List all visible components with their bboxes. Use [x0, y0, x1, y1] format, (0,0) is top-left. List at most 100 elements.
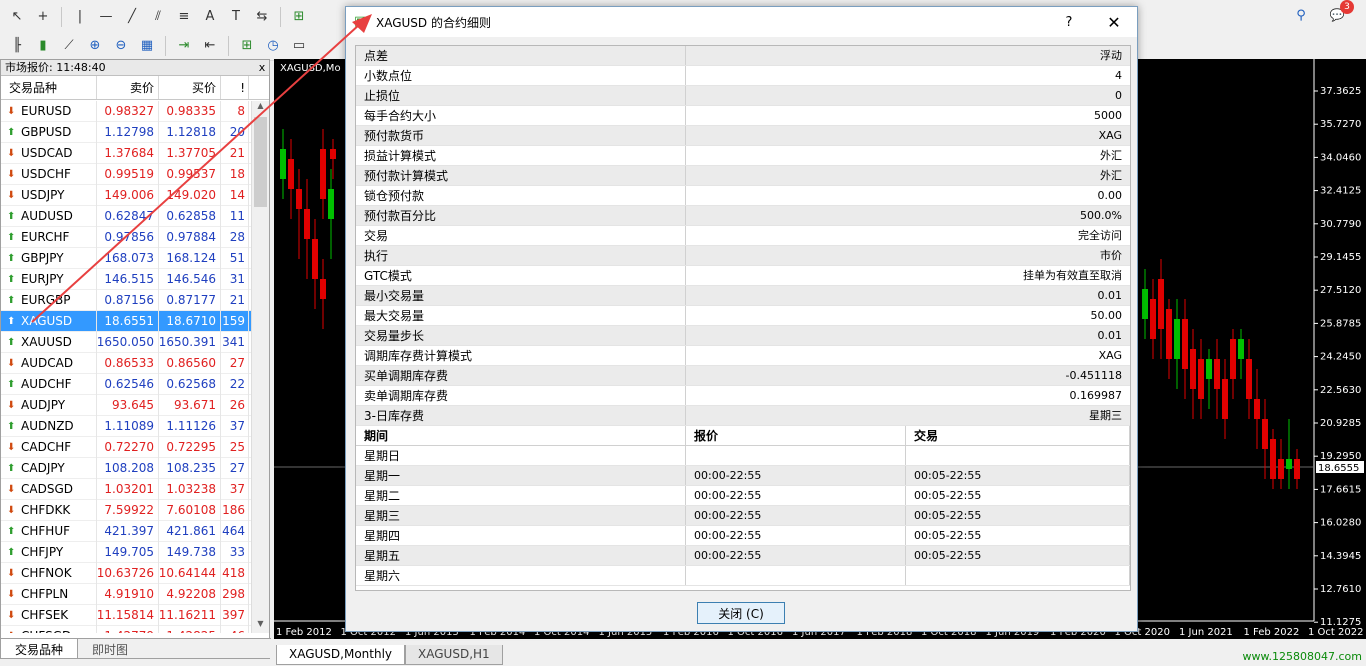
symbol-cell[interactable]: ⬇ CHFDKK — [1, 499, 97, 521]
market-watch-row[interactable]: ⬆ AUDUSD 0.62847 0.62858 11 — [1, 205, 251, 227]
close-icon[interactable]: ✕ — [1091, 13, 1137, 32]
fibonacci-icon[interactable]: ≡ — [173, 6, 195, 28]
periods-icon[interactable]: ◷ — [262, 35, 284, 57]
symbol-cell[interactable]: ⬆ EURCHF — [1, 226, 97, 248]
price-tick-label: 14.3945 — [1320, 551, 1361, 562]
close-icon[interactable]: x — [255, 60, 269, 75]
dialog-titlebar[interactable]: ▣ XAGUSD 的合约细则 ? ✕ — [346, 7, 1137, 37]
indicators-icon[interactable]: ⊞ — [236, 35, 258, 57]
market-watch-row[interactable]: ⬇ CHFDKK 7.59922 7.60108 186 — [1, 499, 251, 521]
tile-icon[interactable]: ▦ — [136, 35, 158, 57]
vertical-line-icon[interactable]: | — [69, 6, 91, 28]
market-watch-row[interactable]: ⬇ CADCHF 0.72270 0.72295 25 — [1, 436, 251, 458]
scrollbar-thumb[interactable] — [254, 117, 267, 207]
symbol-cell[interactable]: ⬆ CHFJPY — [1, 541, 97, 563]
search-icon[interactable]: ⚲ — [1290, 4, 1312, 26]
symbol-cell[interactable]: ⬇ CHFPLN — [1, 583, 97, 605]
autoscroll-icon[interactable]: ⇥ — [173, 35, 195, 57]
symbol-cell[interactable]: ⬆ XAUUSD — [1, 331, 97, 353]
market-watch-row[interactable]: ⬇ AUDJPY 93.645 93.671 26 — [1, 394, 251, 416]
market-watch-row[interactable]: ⬆ EURJPY 146.515 146.546 31 — [1, 268, 251, 290]
market-watch-row[interactable]: ⬆ CHFJPY 149.705 149.738 33 — [1, 541, 251, 563]
market-watch-row[interactable]: ⬇ CHFPLN 4.91910 4.92208 298 — [1, 583, 251, 605]
market-watch-row[interactable]: ⬆ AUDCHF 0.62546 0.62568 22 — [1, 373, 251, 395]
market-watch-row[interactable]: ⬇ CHFSGD 1.427791.4282546 — [1, 625, 251, 633]
text-icon[interactable]: A — [199, 6, 221, 28]
market-watch-scrollbar[interactable]: ▲ ▼ — [251, 101, 269, 633]
symbol-cell[interactable]: ⬇ CADCHF — [1, 436, 97, 458]
symbol-cell[interactable]: ⬆ EURGBP — [1, 289, 97, 311]
symbol-cell[interactable]: ⬇ CHFSGD — [1, 625, 97, 633]
market-watch-row[interactable]: ⬆ CHFHUF 421.397 421.861 464 — [1, 520, 251, 542]
symbol-name: EURGBP — [21, 293, 71, 307]
market-watch-row[interactable]: ⬆ GBPUSD 1.12798 1.12818 20 — [1, 121, 251, 143]
market-watch-row[interactable]: ⬇ CHFSEK 11.15814 11.16211 397 — [1, 604, 251, 626]
market-watch-row[interactable]: ⬆ GBPJPY 168.073 168.124 51 — [1, 247, 251, 269]
bar-chart-icon[interactable]: ╟ — [6, 35, 28, 57]
column-header-ask[interactable]: 买价 — [159, 76, 221, 99]
tab-symbols[interactable]: 交易品种 — [1, 639, 79, 658]
zoom-out-icon[interactable]: ⊖ — [110, 35, 132, 57]
symbol-cell[interactable]: ⬆ CHFHUF — [1, 520, 97, 542]
symbol-cell[interactable]: ⬆ XAGUSD — [1, 310, 97, 332]
symbol-cell[interactable]: ⬇ USDCAD — [1, 142, 97, 164]
scroll-down-icon[interactable]: ▼ — [252, 619, 269, 633]
market-watch-row[interactable]: ⬆ EURCHF 0.97856 0.97884 28 — [1, 226, 251, 248]
symbol-cell[interactable]: ⬇ CADSGD — [1, 478, 97, 500]
cursor-icon[interactable]: ↖ — [6, 6, 28, 28]
chart-shift-icon[interactable]: ⇤ — [199, 35, 221, 57]
symbol-cell[interactable]: ⬆ EURJPY — [1, 268, 97, 290]
symbol-cell[interactable]: ⬆ CADJPY — [1, 457, 97, 479]
label-icon[interactable]: T — [225, 6, 247, 28]
column-header-bid[interactable]: 卖价 — [97, 76, 159, 99]
market-watch-row[interactable]: ⬇ EURUSD 0.98327 0.98335 8 — [1, 101, 251, 122]
symbol-cell[interactable]: ⬇ USDCHF — [1, 163, 97, 185]
market-watch-row[interactable]: ⬇ CHFNOK 10.63726 10.64144 418 — [1, 562, 251, 584]
market-watch-row[interactable]: ⬆ XAUUSD 1650.050 1650.391 341 — [1, 331, 251, 353]
spec-value: 0 — [1115, 89, 1122, 102]
market-watch-row[interactable]: ⬆ EURGBP 0.87156 0.87177 21 — [1, 289, 251, 311]
symbol-cell[interactable]: ⬆ AUDCHF — [1, 373, 97, 395]
notifications-icon[interactable]: 💬 3 — [1326, 0, 1354, 26]
tab-xagusd-h1[interactable]: XAGUSD,H1 — [405, 645, 503, 665]
symbol-cell[interactable]: ⬆ GBPJPY — [1, 247, 97, 269]
templates-icon[interactable]: ▭ — [288, 35, 310, 57]
market-watch-row[interactable]: ⬆ CADJPY 108.208 108.235 27 — [1, 457, 251, 479]
symbol-cell[interactable]: ⬆ GBPUSD — [1, 121, 97, 143]
symbol-cell[interactable]: ⬇ AUDJPY — [1, 394, 97, 416]
column-header-spread[interactable]: ! — [221, 76, 249, 99]
market-watch-row[interactable]: ⬇ USDJPY 149.006 149.020 14 — [1, 184, 251, 206]
market-watch-row[interactable]: ⬆ AUDNZD 1.11089 1.11126 37 — [1, 415, 251, 437]
symbol-cell[interactable]: ⬆ AUDUSD — [1, 205, 97, 227]
close-button[interactable]: 关闭 (C) — [697, 602, 785, 624]
spec-value: 完全访问 — [1078, 229, 1122, 242]
symbol-cell[interactable]: ⬆ AUDNZD — [1, 415, 97, 437]
spread-cell: 27 — [221, 457, 249, 479]
spread-cell: 298 — [221, 583, 249, 605]
channel-icon[interactable]: ⫽ — [147, 6, 169, 28]
zoom-in-icon[interactable]: ⊕ — [84, 35, 106, 57]
line-chart-icon[interactable]: ⟋ — [58, 35, 80, 57]
market-watch-row[interactable]: ⬆ XAGUSD 18.6551 18.6710 159 — [1, 310, 251, 332]
candles-icon[interactable]: ▮ — [32, 35, 54, 57]
tab-tick-chart[interactable]: 即时图 — [78, 639, 142, 658]
market-watch-row[interactable]: ⬇ AUDCAD 0.86533 0.86560 27 — [1, 352, 251, 374]
symbol-cell[interactable]: ⬇ USDJPY — [1, 184, 97, 206]
market-watch-row[interactable]: ⬇ USDCHF 0.99519 0.99537 18 — [1, 163, 251, 185]
scroll-up-icon[interactable]: ▲ — [252, 101, 269, 115]
tab-xagusd-monthly[interactable]: XAGUSD,Monthly — [276, 645, 406, 665]
new-order-icon[interactable]: ⊞ — [288, 6, 310, 28]
market-watch-row[interactable]: ⬇ USDCAD 1.37684 1.37705 21 — [1, 142, 251, 164]
spec-key: 预付款计算模式 — [356, 166, 686, 185]
market-watch-row[interactable]: ⬇ CADSGD 1.03201 1.03238 37 — [1, 478, 251, 500]
symbol-cell[interactable]: ⬇ CHFSEK — [1, 604, 97, 626]
crosshair-icon[interactable]: + — [32, 6, 54, 28]
trendline-icon[interactable]: ╱ — [121, 6, 143, 28]
horizontal-line-icon[interactable]: — — [95, 6, 117, 28]
column-header-symbol[interactable]: 交易品种 — [1, 76, 97, 99]
symbol-cell[interactable]: ⬇ CHFNOK — [1, 562, 97, 584]
shapes-icon[interactable]: ⇆ — [251, 6, 273, 28]
help-icon[interactable]: ? — [1047, 15, 1091, 30]
symbol-cell[interactable]: ⬇ EURUSD — [1, 101, 97, 122]
symbol-cell[interactable]: ⬇ AUDCAD — [1, 352, 97, 374]
